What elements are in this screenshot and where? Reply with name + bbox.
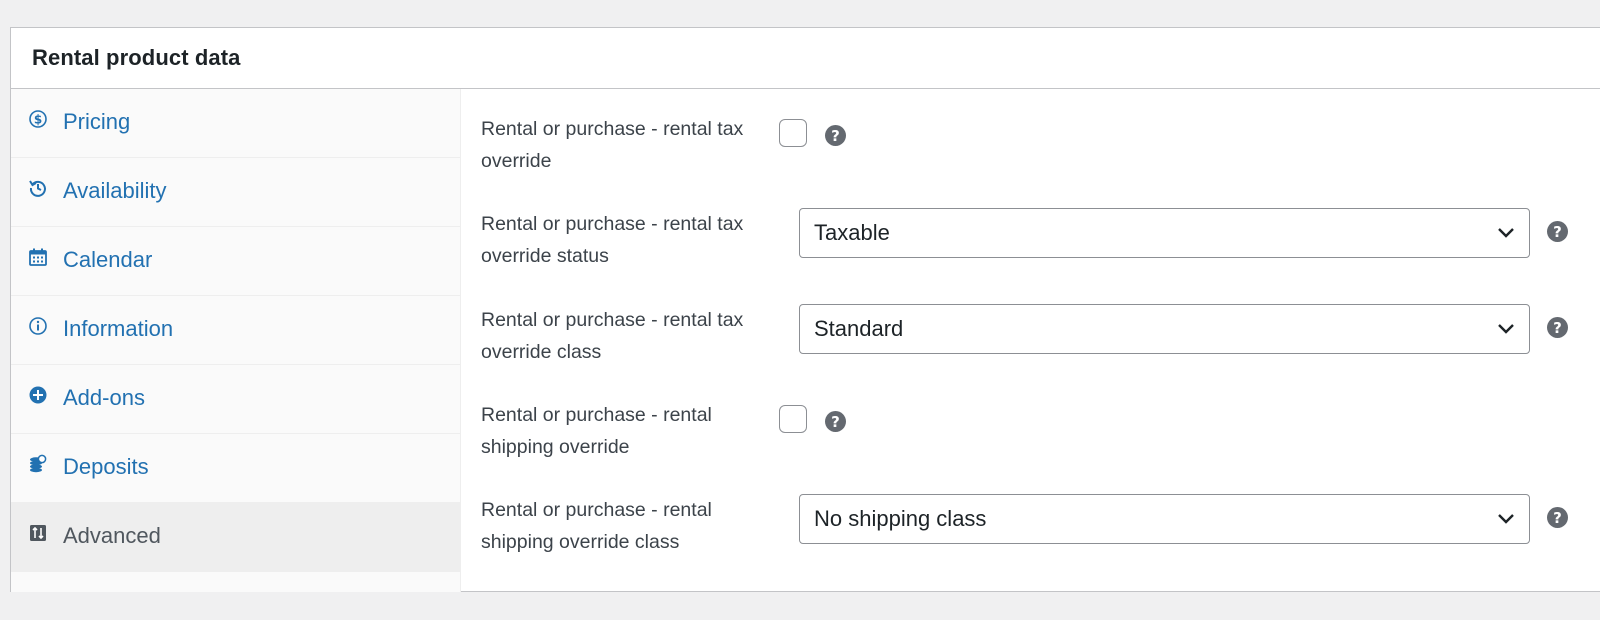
tab-availability[interactable]: Availability xyxy=(11,158,460,227)
panel-header: Rental product data xyxy=(11,28,1600,89)
coins-icon xyxy=(28,454,48,474)
panel-body: $ Pricing Availability Calendar Informat… xyxy=(11,89,1600,592)
chevron-down-icon xyxy=(1498,514,1514,524)
tab-information[interactable]: Information xyxy=(11,296,460,365)
select-value: Standard xyxy=(814,316,904,341)
tab-deposits[interactable]: Deposits xyxy=(11,434,460,503)
select-value: No shipping class xyxy=(814,506,987,531)
sliders-icon xyxy=(28,523,48,543)
field-label: Rental or purchase - rental shipping ove… xyxy=(481,499,712,553)
chevron-down-icon xyxy=(1498,324,1514,334)
tax-override-checkbox[interactable] xyxy=(779,119,807,147)
help-icon[interactable]: ? xyxy=(825,411,846,432)
tab-add-ons[interactable]: Add-ons xyxy=(11,365,460,434)
help-icon[interactable]: ? xyxy=(825,125,846,146)
history-icon xyxy=(28,178,48,198)
tab-label: Availability xyxy=(63,178,167,203)
help-icon[interactable]: ? xyxy=(1547,221,1568,242)
shipping-override-class-select[interactable]: No shipping class xyxy=(799,494,1530,544)
dollar-icon: $ xyxy=(28,109,48,129)
tab-label: Pricing xyxy=(63,109,131,134)
tab-label: Advanced xyxy=(63,523,161,548)
panel-title: Rental product data xyxy=(32,45,241,70)
calendar-icon xyxy=(28,247,48,267)
help-icon[interactable]: ? xyxy=(1547,317,1568,338)
field-label: Rental or purchase - rental tax override… xyxy=(481,309,744,363)
tab-label: Add-ons xyxy=(63,385,145,410)
tab-label: Information xyxy=(63,316,174,341)
product-data-tabs: $ Pricing Availability Calendar Informat… xyxy=(11,89,461,592)
plus-circle-icon xyxy=(28,385,48,405)
help-icon[interactable]: ? xyxy=(1547,507,1568,528)
tab-pricing[interactable]: $ Pricing xyxy=(11,89,460,158)
field-label: Rental or purchase - rental shipping ove… xyxy=(481,404,712,458)
tax-override-class-select[interactable]: Standard xyxy=(799,304,1530,354)
info-icon xyxy=(28,316,48,336)
select-value: Taxable xyxy=(814,220,890,245)
tab-advanced[interactable]: Advanced xyxy=(11,503,460,572)
svg-text:$: $ xyxy=(34,113,42,127)
field-label: Rental or purchase - rental tax override xyxy=(481,118,744,172)
field-label: Rental or purchase - rental tax override… xyxy=(481,213,744,267)
tab-label: Deposits xyxy=(63,454,149,479)
advanced-options: Rental or purchase - rental tax override… xyxy=(461,89,1600,592)
shipping-override-checkbox[interactable] xyxy=(779,405,807,433)
rental-product-data-panel: Rental product data $ Pricing Availabili… xyxy=(10,27,1600,592)
tab-label: Calendar xyxy=(63,247,153,272)
chevron-down-icon xyxy=(1498,228,1514,238)
tax-override-status-select[interactable]: Taxable xyxy=(799,208,1530,258)
tab-calendar[interactable]: Calendar xyxy=(11,227,460,296)
